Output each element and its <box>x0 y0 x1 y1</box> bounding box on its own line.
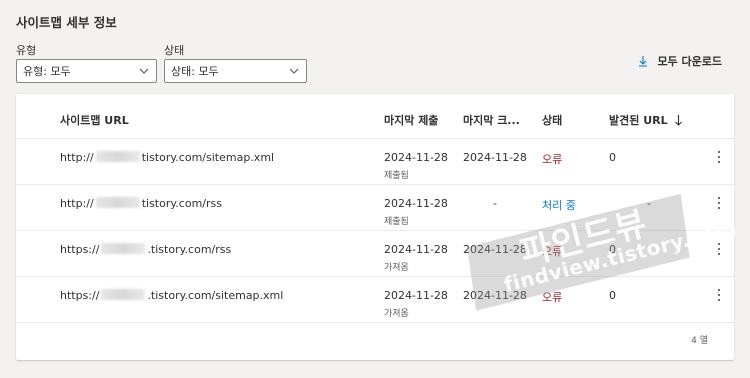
submitted-note: 가져옴 <box>384 263 409 273</box>
column-header-discovered[interactable]: 발견된 URL <box>609 112 683 128</box>
discovered-url-count: 0 <box>609 243 616 256</box>
chevron-down-icon <box>139 68 149 74</box>
status-filter-value: 상태: 모두 <box>171 65 219 78</box>
sitemap-url[interactable]: https:// .tistory.com/rss <box>60 243 231 256</box>
type-filter-select[interactable]: 유형: 모두 <box>16 59 157 83</box>
table-row[interactable]: http://tistory.com/rss 2024-11-28 제출됨 - … <box>16 185 734 231</box>
arrow-down-icon <box>674 114 682 126</box>
table-row[interactable]: https:// .tistory.com/sitemap.xml 2024-11… <box>16 277 734 323</box>
row-count: 4 열 <box>691 336 708 346</box>
status-badge: 오류 <box>542 245 563 258</box>
more-options-icon[interactable] <box>713 287 725 303</box>
column-header-status[interactable]: 상태 <box>542 112 562 128</box>
sitemap-url[interactable]: http:// tistory.com/sitemap.xml <box>60 151 274 164</box>
chevron-down-icon <box>289 68 299 74</box>
download-all-label: 모두 다운로드 <box>657 55 722 68</box>
sitemap-url-suffix: tistory.com/sitemap.xml <box>141 151 275 164</box>
last-submitted-date: 2024-11-28 <box>384 243 448 256</box>
redacted-blur <box>95 197 140 208</box>
status-filter-label: 상태 <box>164 44 185 57</box>
submitted-note: 가져옴 <box>384 309 409 319</box>
page-title: 사이트맵 세부 정보 <box>16 15 117 30</box>
status-badge: 오류 <box>542 153 563 166</box>
download-icon <box>639 56 648 67</box>
column-header-url[interactable]: 사이트맵 URL <box>60 112 129 128</box>
status-badge: 오류 <box>542 291 563 304</box>
type-filter-value: 유형: 모두 <box>23 65 71 78</box>
download-all-button[interactable]: 모두 다운로드 <box>637 54 722 68</box>
column-header-discovered-label: 발견된 URL <box>609 114 668 127</box>
submitted-note: 제출됨 <box>384 217 409 227</box>
sitemap-url-prefix: http:// <box>60 151 94 164</box>
more-options-icon[interactable] <box>713 149 725 165</box>
sitemap-url-suffix: .tistory.com/rss <box>147 243 232 256</box>
sitemap-url-prefix: https:// <box>60 243 100 256</box>
sitemap-url-suffix: tistory.com/rss <box>141 197 222 210</box>
more-options-icon[interactable] <box>713 241 725 257</box>
redacted-blur <box>101 289 146 300</box>
last-submitted-date: 2024-11-28 <box>384 289 448 302</box>
last-crawled-date: 2024-11-28 <box>463 151 527 164</box>
discovered-url-count: 0 <box>609 289 616 302</box>
sitemap-table-card: 사이트맵 URL 마지막 제출 마지막 크... 상태 발견된 URL http… <box>16 94 734 360</box>
sitemap-url[interactable]: http:// tistory.com/rss <box>60 197 222 210</box>
last-crawled-date: 2024-11-28 <box>463 243 527 256</box>
type-filter-label: 유형 <box>16 44 37 57</box>
more-options-icon[interactable] <box>713 195 725 211</box>
redacted-blur <box>101 243 146 254</box>
last-crawled-date: 2024-11-28 <box>463 289 527 302</box>
column-header-last-crawled[interactable]: 마지막 크... <box>463 112 520 128</box>
sitemap-url-prefix: http:// <box>60 197 94 210</box>
last-submitted-date: 2024-11-28 <box>384 197 448 210</box>
status-badge: 처리 중 <box>542 199 576 212</box>
last-crawled-date: - <box>493 197 497 210</box>
sitemap-url[interactable]: https:// .tistory.com/sitemap.xml <box>60 289 283 302</box>
discovered-url-count: - <box>647 197 651 210</box>
sitemap-url-suffix: .tistory.com/sitemap.xml <box>147 289 284 302</box>
sitemap-url-prefix: https:// <box>60 289 100 302</box>
submitted-note: 제출됨 <box>384 171 409 181</box>
redacted-blur <box>95 151 140 162</box>
discovered-url-count: 0 <box>609 151 616 164</box>
column-header-last-submitted[interactable]: 마지막 제출 <box>384 112 438 128</box>
table-row[interactable]: http:// tistory.com/sitemap.xml 2024-11-2… <box>16 139 734 185</box>
status-filter-select[interactable]: 상태: 모두 <box>164 59 307 83</box>
last-submitted-date: 2024-11-28 <box>384 151 448 164</box>
table-row[interactable]: https://.tistory.com/rss 2024-11-28 가져옴 … <box>16 231 734 277</box>
